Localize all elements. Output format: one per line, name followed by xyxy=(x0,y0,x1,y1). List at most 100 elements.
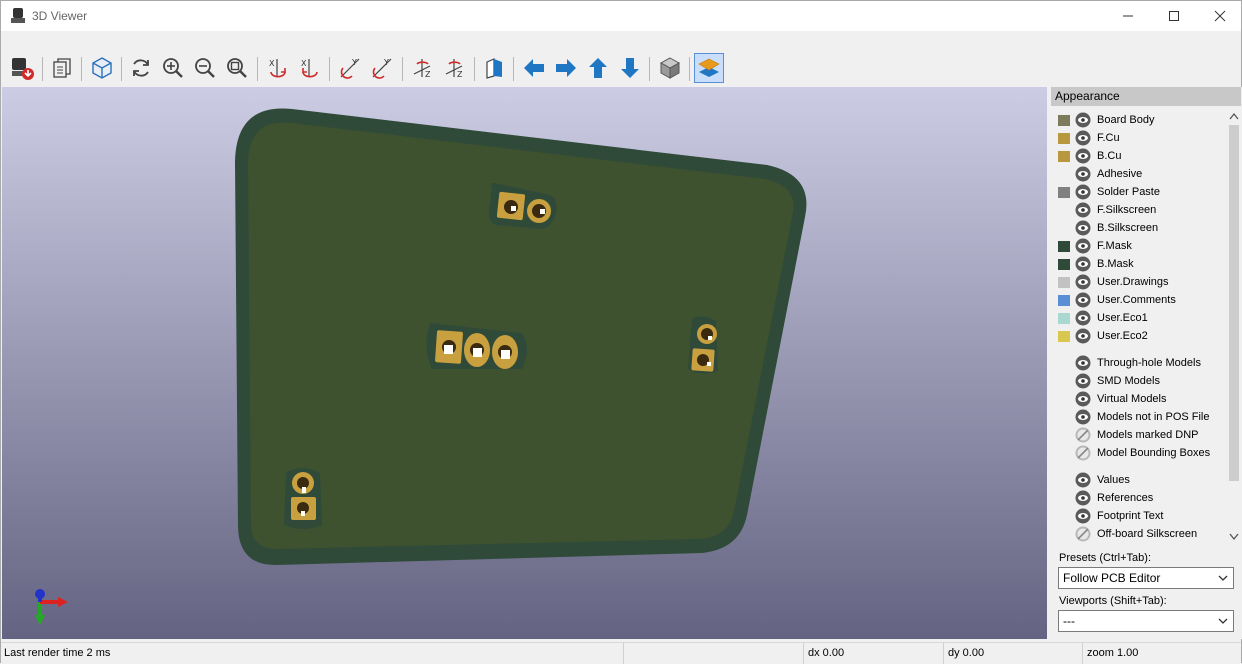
viewports-label: Viewports (Shift+Tab): xyxy=(1059,595,1167,607)
presets-label: Presets (Ctrl+Tab): xyxy=(1059,552,1151,564)
model-row-virtual[interactable]: Virtual Models xyxy=(1050,390,1226,408)
eye-hidden-icon[interactable] xyxy=(1075,427,1091,443)
presets-dropdown[interactable]: Follow PCB Editor xyxy=(1058,567,1234,589)
model-label: Models not in POS File xyxy=(1097,411,1210,423)
chevron-down-icon xyxy=(1218,575,1228,581)
layer-row-solder-paste[interactable]: Solder Paste xyxy=(1050,183,1226,201)
eye-hidden-icon[interactable] xyxy=(1075,445,1091,461)
eye-icon[interactable] xyxy=(1075,148,1091,164)
3d-viewport[interactable] xyxy=(2,87,1047,639)
layer-row-board-body[interactable]: Board Body xyxy=(1050,111,1226,129)
layer-row-b-cu[interactable]: B.Cu xyxy=(1050,147,1226,165)
layer-row-user-eco1[interactable]: User.Eco1 xyxy=(1050,309,1226,327)
eye-icon[interactable] xyxy=(1075,238,1091,254)
zoom-fit-icon xyxy=(227,58,247,78)
text-row-footprint-text[interactable]: Footprint Text xyxy=(1050,507,1226,525)
model-row-dnp[interactable]: Models marked DNP xyxy=(1050,426,1226,444)
rotate-z-ccw-button[interactable]: Z xyxy=(440,53,470,83)
text-row-offboard-silkscreen[interactable]: Off-board Silkscreen xyxy=(1050,525,1226,543)
layer-row-user-comments[interactable]: User.Comments xyxy=(1050,291,1226,309)
eye-icon[interactable] xyxy=(1075,256,1091,272)
layer-row-user-drawings[interactable]: User.Drawings xyxy=(1050,273,1226,291)
eye-icon[interactable] xyxy=(1075,310,1091,326)
eye-icon[interactable] xyxy=(1075,292,1091,308)
copy-image-button[interactable] xyxy=(47,53,77,83)
eye-icon[interactable] xyxy=(1075,409,1091,425)
scroll-up-icon[interactable] xyxy=(1229,112,1239,120)
viewports-dropdown[interactable]: --- xyxy=(1058,610,1234,632)
eye-icon[interactable] xyxy=(1075,130,1091,146)
layer-color-swatch[interactable] xyxy=(1058,313,1070,324)
layer-list-scrollbar[interactable] xyxy=(1227,109,1241,545)
eye-icon[interactable] xyxy=(1075,508,1091,524)
render-options-button[interactable] xyxy=(7,53,37,83)
rotate-x-cw-button[interactable]: X xyxy=(263,53,293,83)
layer-color-swatch[interactable] xyxy=(1058,331,1070,342)
eye-icon[interactable] xyxy=(1075,355,1091,371)
close-button[interactable] xyxy=(1197,1,1242,31)
eye-icon[interactable] xyxy=(1075,490,1091,506)
rotate-y-cw-button[interactable]: Y xyxy=(335,53,365,83)
maximize-button[interactable] xyxy=(1151,1,1197,31)
eye-icon[interactable] xyxy=(1075,202,1091,218)
layer-color-swatch[interactable] xyxy=(1058,115,1070,126)
eye-icon[interactable] xyxy=(1075,112,1091,128)
render-time-status: Last render time 2 ms xyxy=(4,647,111,659)
status-divider xyxy=(1082,643,1083,664)
raytrace-button[interactable] xyxy=(87,53,117,83)
viewer-window: 3D Viewer X X Y Y Z Z Appearance Board B… xyxy=(0,0,1242,664)
text-label: References xyxy=(1097,492,1154,504)
move-right-button[interactable] xyxy=(551,53,581,83)
eye-icon[interactable] xyxy=(1075,391,1091,407)
model-label: Through-hole Models xyxy=(1097,357,1201,369)
pcb-render xyxy=(35,108,807,625)
rotate-z-cw-button[interactable]: Z xyxy=(408,53,438,83)
rotate-y-ccw-button[interactable]: Y xyxy=(367,53,397,83)
scroll-thumb[interactable] xyxy=(1229,125,1239,481)
layer-row-b-silkscreen[interactable]: B.Silkscreen xyxy=(1050,219,1226,237)
eye-icon[interactable] xyxy=(1075,184,1091,200)
orthographic-button[interactable] xyxy=(655,53,685,83)
layer-row-user-eco2[interactable]: User.Eco2 xyxy=(1050,327,1226,345)
layer-color-swatch[interactable] xyxy=(1058,241,1070,252)
layer-row-f-cu[interactable]: F.Cu xyxy=(1050,129,1226,147)
text-row-values[interactable]: Values xyxy=(1050,471,1226,489)
reload-button[interactable] xyxy=(126,53,156,83)
move-left-button[interactable] xyxy=(519,53,549,83)
zoom-fit-button[interactable] xyxy=(222,53,252,83)
model-row-not-in-pos[interactable]: Models not in POS File xyxy=(1050,408,1226,426)
minimize-button[interactable] xyxy=(1105,1,1151,31)
flip-board-button[interactable] xyxy=(479,53,509,83)
appearance-panel: Appearance Board Body F.Cu B.Cu Adhesive xyxy=(1050,87,1242,639)
scroll-down-icon[interactable] xyxy=(1229,533,1239,541)
layer-color-swatch[interactable] xyxy=(1058,259,1070,270)
layer-color-swatch[interactable] xyxy=(1058,151,1070,162)
layer-row-b-mask[interactable]: B.Mask xyxy=(1050,255,1226,273)
model-row-smd[interactable]: SMD Models xyxy=(1050,372,1226,390)
eye-icon[interactable] xyxy=(1075,472,1091,488)
model-row-bounding-boxes[interactable]: Model Bounding Boxes xyxy=(1050,444,1226,462)
layer-color-swatch[interactable] xyxy=(1058,277,1070,288)
layer-row-f-mask[interactable]: F.Mask xyxy=(1050,237,1226,255)
text-row-references[interactable]: References xyxy=(1050,489,1226,507)
eye-icon[interactable] xyxy=(1075,274,1091,290)
layer-color-swatch[interactable] xyxy=(1058,295,1070,306)
eye-icon[interactable] xyxy=(1075,166,1091,182)
model-row-through-hole[interactable]: Through-hole Models xyxy=(1050,354,1226,372)
eye-hidden-icon[interactable] xyxy=(1075,526,1091,542)
layer-color-swatch[interactable] xyxy=(1058,187,1070,198)
zoom-in-button[interactable] xyxy=(158,53,188,83)
eye-icon[interactable] xyxy=(1075,220,1091,236)
move-up-button[interactable] xyxy=(583,53,613,83)
eye-icon[interactable] xyxy=(1075,328,1091,344)
rotate-x-ccw-button[interactable]: X xyxy=(295,53,325,83)
eye-icon[interactable] xyxy=(1075,373,1091,389)
svg-text:X: X xyxy=(301,59,307,68)
layer-row-f-silkscreen[interactable]: F.Silkscreen xyxy=(1050,201,1226,219)
layer-row-adhesive[interactable]: Adhesive xyxy=(1050,165,1226,183)
status-divider xyxy=(943,643,944,664)
zoom-out-button[interactable] xyxy=(190,53,220,83)
layer-color-swatch[interactable] xyxy=(1058,133,1070,144)
toggle-layers-panel-button[interactable] xyxy=(694,53,724,83)
move-down-button[interactable] xyxy=(615,53,645,83)
